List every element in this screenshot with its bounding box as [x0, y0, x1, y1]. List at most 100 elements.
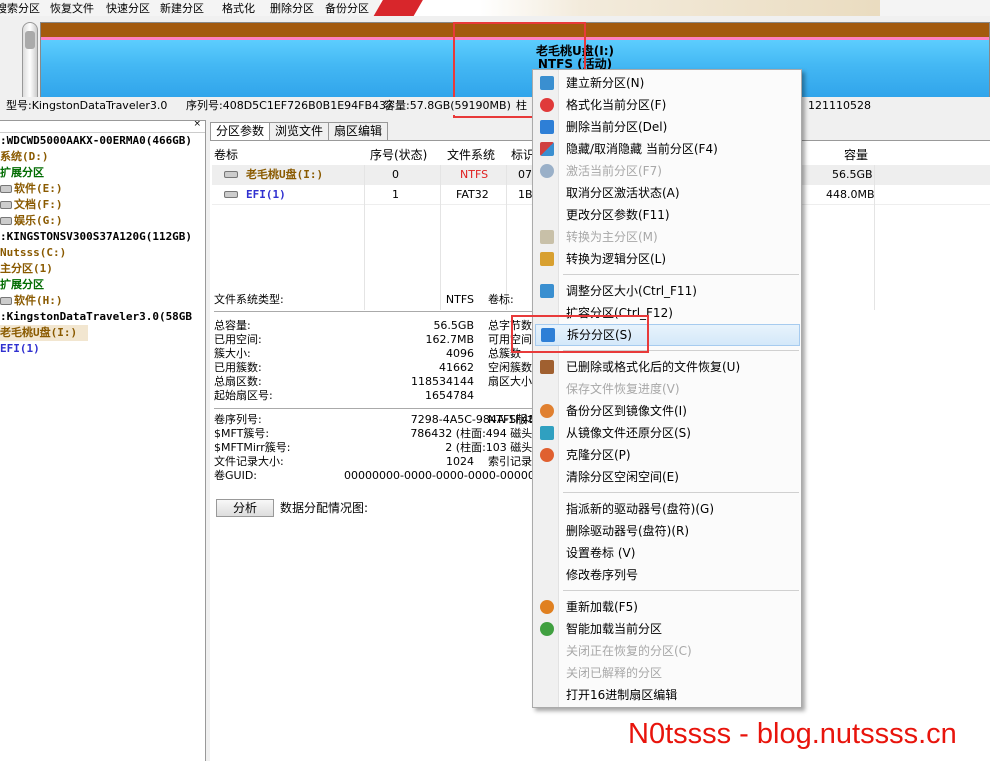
col-size[interactable]: 容量 [844, 145, 868, 165]
tree-extended[interactable]: 扩展分区 [0, 165, 205, 181]
hide-icon [540, 142, 554, 156]
fs-type-key: 文件系统类型: [214, 293, 284, 306]
disk-icon[interactable] [22, 22, 38, 106]
tree-partition-efi[interactable]: EFI(1) [0, 341, 205, 357]
menu-format-partition[interactable]: 格式化当前分区(F) [535, 94, 800, 116]
drive-icon [0, 185, 12, 193]
disk-serial: 序列号:408D5C1EF726B0B1E94FB437 [186, 99, 394, 112]
row-fs: NTFS [460, 168, 489, 181]
tree-disk-0[interactable]: :WDCWD5000AAKX-00ERMA0(466GB) [0, 133, 205, 149]
fs-capacity-info: 总容量: 56.5GB 总字节数 已用空间: 162.7MB 可用空间 簇大小: 4096… [214, 319, 544, 403]
tree-partition-usb[interactable]: 老毛桃U盘(I:) [0, 325, 88, 341]
col-index[interactable]: 序号(状态) [370, 145, 427, 165]
convert-logical-icon [540, 252, 554, 266]
menu-create-partition[interactable]: 建立新分区(N) [535, 72, 800, 94]
menu-hide-partition[interactable]: 隐藏/取消隐藏 当前分区(F4) [535, 138, 800, 160]
menu-wipe-free-space[interactable]: 清除分区空闲空间(E) [535, 466, 800, 488]
analyze-button[interactable]: 分析 [216, 499, 274, 517]
tree-header: × [0, 121, 205, 133]
tree-partition-software[interactable]: 软件(E:) [0, 181, 205, 197]
menu-remove-drive-letter[interactable]: 删除驱动器号(盘符)(R) [535, 520, 800, 542]
menu-delete-partition[interactable]: 删除当前分区(Del) [535, 116, 800, 138]
ad-banner [373, 0, 880, 16]
activate-icon [540, 164, 554, 178]
disk-model: 型号:KingstonDataTraveler3.0 [6, 99, 168, 112]
tree-partition-docs[interactable]: 文档(F:) [0, 197, 205, 213]
recover-icon [540, 360, 554, 374]
menu-close-recovering[interactable]: 关闭正在恢复的分区(C) [535, 640, 800, 662]
banner-gold-logo [540, 0, 650, 16]
menu-change-volume-serial[interactable]: 修改卷序列号 [535, 564, 800, 586]
menu-change-params[interactable]: 更改分区参数(F11) [535, 204, 800, 226]
toolbar-delete-partition[interactable]: 删除分区 [270, 0, 314, 16]
tree-disk-1[interactable]: :KINGSTONSV300S37A120G(112GB) [0, 229, 205, 245]
tab-partition-params[interactable]: 分区参数 [210, 122, 271, 140]
info-row: 卷GUID: 00000000-0000-0000-0000-00000000 [214, 469, 556, 482]
tab-browse-files[interactable]: 浏览文件 [269, 122, 330, 140]
info-row: 文件记录大小: 1024 索引记录 [214, 455, 532, 468]
menu-assign-drive-letter[interactable]: 指派新的驱动器号(盘符)(G) [535, 498, 800, 520]
menu-set-volume-label[interactable]: 设置卷标 (V) [535, 542, 800, 564]
drive-icon [0, 297, 12, 305]
resize-icon [540, 284, 554, 298]
info-row: 起始扇区号: 1654784 [214, 389, 474, 402]
tree-disk-2[interactable]: :KingstonDataTraveler3.0(58GB [0, 309, 205, 325]
drive-icon [0, 201, 12, 209]
tab-bar: 分区参数 浏览文件 扇区编辑 [210, 122, 389, 140]
info-row: 总容量: 56.5GB 总字节数 [214, 319, 532, 332]
smart-load-icon [540, 622, 554, 636]
watermark: N0tssss - blog.nutssss.cn [628, 718, 957, 750]
info-row: 卷序列号: 7298-4A5C-984A-1F4B NTFS版本 [214, 413, 539, 426]
toolbar-new-partition[interactable]: 新建分区 [160, 0, 204, 16]
menu-restore-from-image[interactable]: 从镜像文件还原分区(S) [535, 422, 800, 444]
toolbar-quick-partition[interactable]: 快速分区 [106, 0, 150, 16]
menu-extend-partition[interactable]: 扩容分区(Ctrl_F12) [535, 302, 800, 324]
toolbar-recover-files[interactable]: 恢复文件 [50, 0, 94, 16]
fs-mft-info: 卷序列号: 7298-4A5C-984A-1F4B NTFS版本 $MFT簇号: 78… [214, 413, 556, 483]
restore-icon [540, 426, 554, 440]
menu-clone-partition[interactable]: 克隆分区(P) [535, 444, 800, 466]
tab-sector-edit[interactable]: 扇区编辑 [328, 122, 389, 140]
row-fs: FAT32 [456, 188, 489, 201]
tree-extended-2[interactable]: 扩展分区 [0, 277, 205, 293]
menu-convert-logical[interactable]: 转换为逻辑分区(L) [535, 248, 800, 270]
info-row: $MFTMirr簇号: 2 (柱面:103 磁头: [214, 441, 536, 454]
menu-convert-primary[interactable]: 转换为主分区(M) [535, 226, 800, 248]
row-label: EFI(1) [246, 188, 286, 201]
toolbar-search-partition[interactable]: 搜索分区 [0, 0, 40, 16]
tree-close-icon[interactable]: × [193, 121, 201, 129]
info-row: 簇大小: 4096 总簇数 [214, 347, 521, 360]
backup-icon [540, 404, 554, 418]
info-row: $MFT簇号: 786432 (柱面:494 磁头: [214, 427, 536, 440]
menu-split-partition[interactable]: 拆分分区(S) [535, 324, 800, 346]
menu-backup-to-image[interactable]: 备份分区到镜像文件(I) [535, 400, 800, 422]
banner-red-logo [373, 0, 427, 16]
row-id: 1B [518, 188, 533, 201]
partition-context-menu: 建立新分区(N) 格式化当前分区(F) 删除当前分区(Del) 隐藏/取消隐藏 … [532, 69, 802, 708]
tree-partition-system[interactable]: 系统(D:) [0, 149, 205, 165]
menu-recover-files[interactable]: 已删除或格式化后的文件恢复(U) [535, 356, 800, 378]
disk-map: 老毛桃U盘(I:) NTFS (活动) [0, 16, 990, 106]
col-label[interactable]: 卷标 [214, 145, 238, 165]
menu-reload[interactable]: 重新加载(F5) [535, 596, 800, 618]
disk-sectors: 121110528 [808, 99, 871, 112]
col-fs[interactable]: 文件系统 [447, 145, 495, 165]
disk-cylinders: 柱 [516, 99, 527, 112]
menu-save-recovery-progress[interactable]: 保存文件恢复进度(V) [535, 378, 800, 400]
tree-partition-ent[interactable]: 娱乐(G:) [0, 213, 205, 229]
fs-info: 文件系统类型: NTFS 卷标: [214, 293, 544, 307]
disk-capacity: 容量:57.8GB(59190MB) [384, 99, 511, 112]
clone-icon [540, 448, 554, 462]
tree-partition-software-h[interactable]: 软件(H:) [0, 293, 205, 309]
menu-deactivate-partition[interactable]: 取消分区激活状态(A) [535, 182, 800, 204]
menu-smart-load[interactable]: 智能加载当前分区 [535, 618, 800, 640]
menu-close-interpreted[interactable]: 关闭已解释的分区 [535, 662, 800, 684]
tree-partition-primary[interactable]: 主分区(1) [0, 261, 205, 277]
menu-open-hex-editor[interactable]: 打开16进制扇区编辑 [535, 684, 800, 706]
row-size: 56.5GB [832, 168, 873, 181]
tree-partition-nutsss[interactable]: Nutsss(C:) [0, 245, 205, 261]
toolbar-format[interactable]: 格式化 [222, 0, 255, 16]
menu-resize-partition[interactable]: 调整分区大小(Ctrl_F11) [535, 280, 800, 302]
toolbar-backup-partition[interactable]: 备份分区 [325, 0, 369, 16]
menu-activate-partition[interactable]: 激活当前分区(F7) [535, 160, 800, 182]
